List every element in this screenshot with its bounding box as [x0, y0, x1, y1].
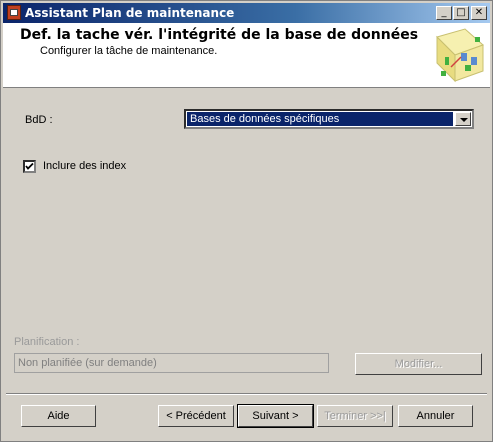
close-button[interactable]: ✕ — [471, 6, 487, 20]
title-bar[interactable]: Assistant Plan de maintenance _ □ ✕ — [3, 3, 490, 23]
wizard-app-icon — [7, 5, 21, 20]
previous-button[interactable]: < Précédent — [158, 405, 234, 427]
database-select[interactable]: Bases de données spécifiques — [184, 109, 474, 129]
include-index-checkbox[interactable] — [23, 160, 36, 173]
window-title: Assistant Plan de maintenance — [25, 6, 235, 20]
maximize-button[interactable]: □ — [453, 6, 469, 20]
chevron-down-icon[interactable] — [455, 112, 471, 126]
modify-schedule-button: Modifier... — [355, 353, 482, 375]
schedule-field: Non planifiée (sur demande) — [14, 353, 329, 373]
help-button[interactable]: Aide — [21, 405, 96, 427]
cancel-button[interactable]: Annuler — [398, 405, 473, 427]
check-icon — [25, 162, 34, 170]
page-subtitle: Configurer la tâche de maintenance. — [40, 45, 218, 57]
database-label: BdD : — [25, 114, 53, 126]
page-title: Def. la tache vér. l'intégrité de la bas… — [20, 27, 419, 43]
finish-button: Terminer >>| — [317, 405, 393, 427]
footer-divider — [6, 393, 487, 395]
schedule-label: Planification : — [14, 336, 80, 348]
include-index-label[interactable]: Inclure des index — [43, 160, 126, 172]
next-button[interactable]: Suivant > — [237, 404, 314, 428]
wizard-banner-graphic — [436, 28, 484, 83]
minimize-button[interactable]: _ — [436, 6, 452, 20]
database-select-value: Bases de données spécifiques — [187, 112, 453, 126]
wizard-window: Assistant Plan de maintenance _ □ ✕ Def.… — [0, 0, 493, 442]
wizard-header: Def. la tache vér. l'intégrité de la bas… — [3, 23, 490, 88]
